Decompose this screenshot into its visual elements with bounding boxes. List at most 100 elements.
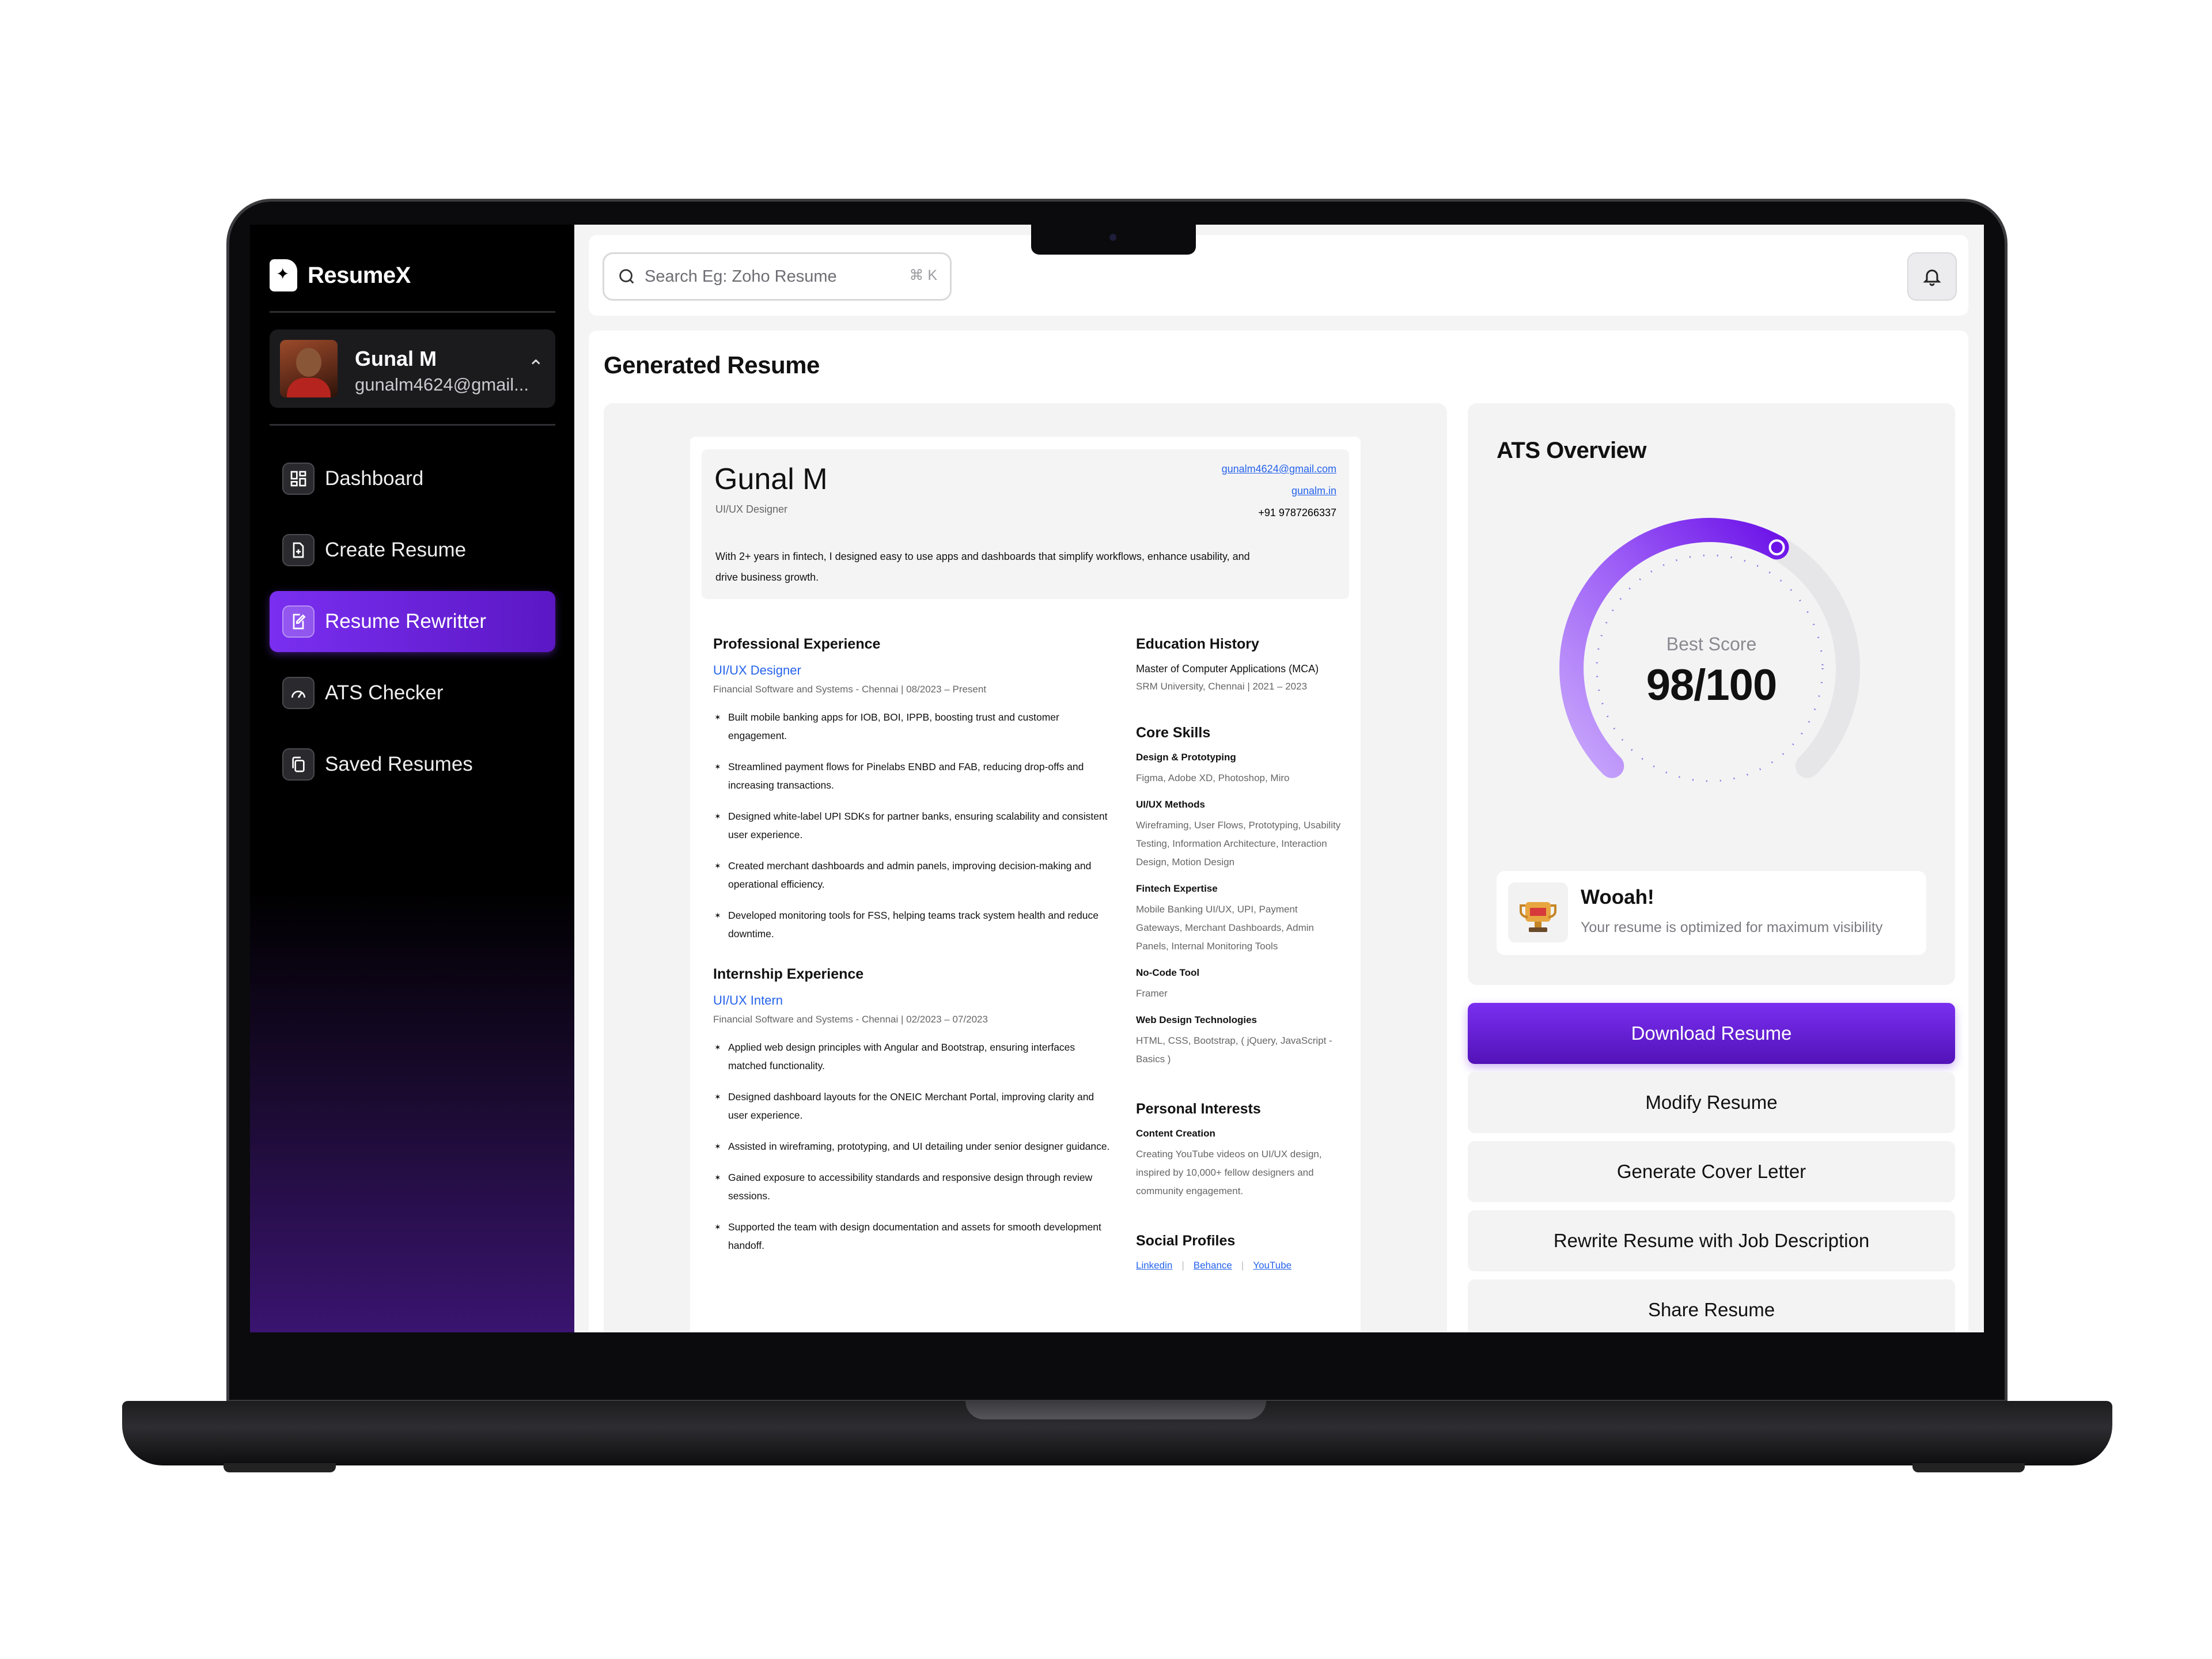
search-icon	[619, 269, 634, 284]
internship-role: UI/UX Intern	[713, 993, 783, 1007]
internship-bullet: Supported the team with design documenta…	[713, 1218, 1116, 1255]
top-bar: Search Eg: Zoho Resume ⌘ K	[589, 235, 1968, 316]
resume-header: Gunal M UI/UX Designer gunalm4624@gmail.…	[702, 449, 1349, 599]
skill-group-text: Figma, Adobe XD, Photoshop, Miro	[1136, 772, 1290, 783]
notifications-button[interactable]	[1907, 252, 1957, 301]
share-resume-button[interactable]: Share Resume	[1468, 1279, 1955, 1332]
gauge-knob	[1768, 539, 1785, 556]
toast-title: Wooah!	[1581, 886, 1654, 908]
skill-group-title: UI/UX Methods	[1136, 799, 1205, 810]
sidebar-item-create-resume[interactable]: Create Resume	[270, 520, 555, 581]
main-panel: Generated Resume Gunal M UI/UX Designer …	[589, 331, 1968, 1332]
score-label: Best Score	[1666, 634, 1757, 654]
interest-text: Creating YouTube videos on UI/UX design,…	[1136, 1149, 1322, 1196]
skill-group-title: Web Design Technologies	[1136, 1014, 1257, 1025]
skill-group-text: Framer	[1136, 988, 1168, 999]
screen: ResumeX Gunal M gunalm4624@gmail... ⌃ Da…	[250, 225, 1984, 1332]
camera-notch	[1031, 225, 1196, 255]
internship-bullet: Gained exposure to accessibility standar…	[713, 1168, 1116, 1205]
skill-group-title: No-Code Tool	[1136, 967, 1200, 978]
internship-bullet: Assisted in wireframing, prototyping, an…	[713, 1137, 1116, 1156]
file-plus-icon	[282, 534, 315, 566]
internship-bullet: Designed dashboard layouts for the ONEIC…	[713, 1088, 1116, 1124]
gauge-icon	[282, 677, 315, 709]
experience-bullet: Built mobile banking apps for IOB, BOI, …	[713, 708, 1116, 745]
education-degree: Master of Computer Applications (MCA)	[1136, 663, 1319, 675]
internship-bullet: Applied web design principles with Angul…	[713, 1038, 1116, 1075]
sidebar-item-saved-resumes[interactable]: Saved Resumes	[270, 734, 555, 795]
profile-email: gunalm4624@gmail...	[355, 374, 529, 395]
social-links: Linkedin | Behance | YouTube	[1136, 1260, 1292, 1271]
copy-icon	[282, 748, 315, 781]
experience-bullet: Designed white-label UPI SDKs for partne…	[713, 807, 1116, 844]
sidebar-item-label: Resume Rewritter	[325, 610, 487, 632]
edit-icon	[282, 605, 315, 638]
sidebar-item-ats-checker[interactable]: ATS Checker	[270, 662, 555, 724]
sidebar: ResumeX Gunal M gunalm4624@gmail... ⌃ Da…	[250, 225, 574, 1332]
rewrite-with-jd-button[interactable]: Rewrite Resume with Job Description	[1468, 1210, 1955, 1271]
modify-resume-button[interactable]: Modify Resume	[1468, 1072, 1955, 1133]
experience-meta: Financial Software and Systems - Chennai…	[713, 684, 987, 695]
skill-group-text: Wireframing, User Flows, Prototyping, Us…	[1136, 820, 1341, 868]
search-input[interactable]: Search Eg: Zoho Resume ⌘ K	[603, 252, 952, 301]
app-logo[interactable]: ResumeX	[270, 259, 411, 291]
social-link-youtube[interactable]: YouTube	[1253, 1260, 1291, 1271]
experience-column: Professional Experience UI/UX Designer F…	[713, 636, 1116, 1267]
experience-role: UI/UX Designer	[713, 663, 801, 677]
resume-email-link[interactable]: gunalm4624@gmail.com	[1222, 463, 1336, 475]
sidebar-item-label: Create Resume	[325, 539, 467, 561]
sidebar-divider	[270, 424, 555, 426]
optimization-toast: Wooah! Your resume is optimized for maxi…	[1497, 871, 1926, 955]
page-title: Generated Resume	[604, 351, 820, 378]
search-placeholder: Search Eg: Zoho Resume	[645, 267, 837, 286]
search-shortcut: ⌘ K	[909, 267, 937, 283]
social-link-linkedin[interactable]: Linkedin	[1136, 1260, 1172, 1271]
skill-group-title: Fintech Expertise	[1136, 883, 1218, 894]
experience-heading: Professional Experience	[713, 636, 881, 652]
avatar	[280, 340, 338, 397]
skill-group-text: HTML, CSS, Bootstrap, ( jQuery, JavaScri…	[1136, 1035, 1332, 1065]
download-resume-button[interactable]: Download Resume	[1468, 1003, 1955, 1064]
socials-heading: Social Profiles	[1136, 1233, 1236, 1249]
resume-phone: +91 9787266337	[1258, 507, 1336, 518]
laptop-foot	[1912, 1463, 2025, 1472]
sidebar-item-label: Dashboard	[325, 467, 424, 490]
laptop-hinge	[965, 1401, 1266, 1419]
sidebar-divider	[270, 311, 555, 313]
skill-group-title: Design & Prototyping	[1136, 752, 1236, 763]
experience-bullet: Created merchant dashboards and admin pa…	[713, 857, 1116, 893]
score-value: 98/100	[1646, 661, 1777, 710]
ats-overview-card: ATS Overview Best Score 98/100 Wooah! Yo…	[1468, 403, 1955, 985]
resume-preview[interactable]: Gunal M UI/UX Designer gunalm4624@gmail.…	[604, 403, 1447, 1332]
sidebar-item-dashboard[interactable]: Dashboard	[270, 448, 555, 509]
app-name: ResumeX	[308, 262, 411, 288]
ats-title: ATS Overview	[1497, 438, 1647, 463]
sidebar-item-label: ATS Checker	[325, 681, 444, 704]
resume-summary: With 2+ years in fintech, I designed eas…	[715, 551, 1250, 583]
laptop-foot	[224, 1463, 336, 1472]
profile-switcher[interactable]: Gunal M gunalm4624@gmail... ⌃	[270, 329, 555, 408]
bell-icon	[1923, 270, 1941, 286]
interests-heading: Personal Interests	[1136, 1101, 1261, 1117]
generate-cover-letter-button[interactable]: Generate Cover Letter	[1468, 1141, 1955, 1202]
interest-title: Content Creation	[1136, 1128, 1215, 1139]
experience-bullet: Streamlined payment flows for Pinelabs E…	[713, 757, 1116, 794]
education-meta: SRM University, Chennai | 2021 – 2023	[1136, 681, 1308, 692]
resume-website-link[interactable]: gunalm.in	[1291, 485, 1336, 497]
sidebar-item-label: Saved Resumes	[325, 753, 473, 775]
resume-name: Gunal M	[714, 463, 828, 496]
skills-heading: Core Skills	[1136, 725, 1211, 741]
logo-icon	[270, 259, 297, 291]
grid-icon	[282, 463, 315, 495]
internship-heading: Internship Experience	[713, 966, 864, 982]
toast-message: Your resume is optimized for maximum vis…	[1581, 919, 1883, 935]
resume-document: Gunal M UI/UX Designer gunalm4624@gmail.…	[690, 437, 1361, 1332]
skill-group-text: Mobile Banking UI/UX, UPI, Payment Gatew…	[1136, 904, 1314, 952]
chevron-updown-icon: ⌃	[528, 357, 544, 378]
resume-title: UI/UX Designer	[715, 503, 788, 515]
sidebar-item-resume-rewritter[interactable]: Resume Rewritter	[270, 591, 555, 652]
experience-bullet: Developed monitoring tools for FSS, help…	[713, 906, 1116, 943]
education-heading: Education History	[1136, 636, 1259, 652]
social-link-behance[interactable]: Behance	[1194, 1260, 1232, 1271]
internship-meta: Financial Software and Systems - Chennai…	[713, 1014, 988, 1025]
